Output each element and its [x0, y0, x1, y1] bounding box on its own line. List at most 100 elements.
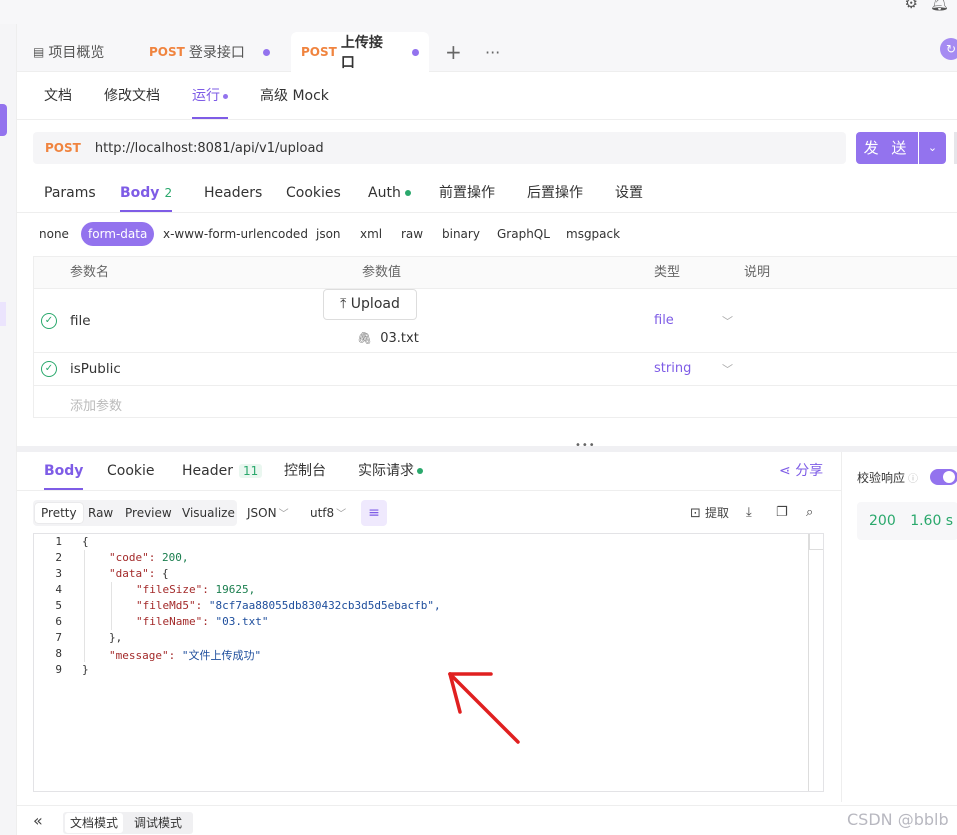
tab-project-overview[interactable]: ▤ 项目概览: [33, 32, 104, 72]
tab-params[interactable]: Params: [44, 174, 96, 213]
search-icon[interactable]: ⌕: [806, 500, 813, 526]
subnav-mock[interactable]: 高级 Mock: [260, 72, 329, 120]
sidebar-active-indicator[interactable]: [0, 104, 7, 136]
help-icon[interactable]: ⓘ: [908, 474, 918, 485]
unsaved-dot: [262, 48, 270, 56]
tab-cookies[interactable]: Cookies: [286, 174, 341, 213]
resp-tab-console[interactable]: 控制台: [284, 452, 326, 491]
share-icon: ⋖: [779, 463, 791, 479]
resp-tab-actual-request[interactable]: 实际请求: [358, 452, 423, 491]
add-tab-button[interactable]: +: [445, 32, 462, 72]
resp-tab-cookie[interactable]: Cookie: [107, 452, 155, 491]
response-status: 200 1.60 s 1: [857, 502, 957, 540]
share-button[interactable]: ⋖ 分享: [779, 452, 823, 490]
gear-icon[interactable]: ⚙: [905, 0, 918, 12]
actual-dot: [417, 468, 423, 474]
refresh-icon[interactable]: ↻: [940, 38, 957, 60]
body-type-json[interactable]: json: [316, 222, 341, 246]
check-icon[interactable]: ✓: [41, 361, 57, 377]
param-name[interactable]: isPublic: [70, 361, 121, 377]
editor-scrollbar[interactable]: [808, 534, 809, 791]
send-button[interactable]: 发 送: [856, 132, 918, 164]
line-number: 3: [55, 567, 62, 580]
param-name[interactable]: file: [70, 313, 91, 329]
line-number: 5: [55, 599, 62, 612]
body-type-xml[interactable]: xml: [360, 222, 382, 246]
tab-post-actions[interactable]: 后置操作: [527, 174, 583, 213]
subnav-doc[interactable]: 文档: [44, 72, 72, 120]
tab-upload-api[interactable]: POST 上传接口: [291, 32, 429, 72]
tab-body-label: Body: [120, 185, 160, 201]
indent-guide: [111, 582, 112, 630]
verify-label-text: 校验响应: [857, 471, 906, 485]
add-param-input[interactable]: 添加参数: [70, 395, 122, 414]
more-tabs-button[interactable]: ···: [485, 32, 500, 72]
body-type-binary[interactable]: binary: [442, 222, 480, 246]
verify-toggle[interactable]: [930, 469, 957, 485]
view-raw[interactable]: Raw: [82, 503, 119, 523]
params-table: 参数名 参数值 类型 说明 ✓ file file ﹀ ✓ isPublic s…: [33, 256, 957, 418]
attached-file[interactable]: 🖇︎ 03.txt: [357, 331, 419, 346]
format-value: JSON: [247, 506, 277, 520]
tab-settings[interactable]: 设置: [615, 174, 643, 213]
copy-icon[interactable]: ❐: [776, 500, 788, 526]
view-pretty[interactable]: Pretty: [35, 503, 83, 523]
body-type-raw[interactable]: raw: [401, 222, 423, 246]
resp-tab-header-label: Header: [182, 463, 233, 479]
tab-pre-actions[interactable]: 前置操作: [439, 174, 495, 213]
tab-login-api[interactable]: POST 登录接口: [149, 32, 270, 72]
upload-button[interactable]: ⤒ Upload: [323, 289, 417, 320]
tab-body[interactable]: Body 2: [120, 174, 173, 212]
download-icon[interactable]: ⤓: [746, 500, 752, 526]
tab-auth-label: Auth: [368, 185, 401, 201]
code-line: "data": {: [109, 567, 169, 580]
verify-response-label: 校验响应 ⓘ: [857, 469, 918, 486]
wrap-lines-icon[interactable]: ≡: [361, 500, 387, 526]
bell-icon[interactable]: 🔔︎: [930, 0, 949, 12]
top-bar: ⚙ 🔔︎: [0, 0, 957, 24]
auth-dot: [404, 190, 411, 196]
view-preview[interactable]: Preview: [119, 503, 178, 523]
format-select[interactable]: JSON ﹀: [247, 500, 289, 528]
code-line: {: [82, 535, 89, 548]
tab-headers[interactable]: Headers: [204, 174, 262, 213]
doc-mode-button[interactable]: 文档模式: [65, 813, 124, 833]
param-type[interactable]: file: [654, 313, 674, 328]
subnav-run[interactable]: 运行: [192, 72, 228, 119]
indent-guide: [84, 550, 85, 662]
param-type[interactable]: string: [654, 361, 691, 376]
line-number: 2: [55, 551, 62, 564]
chevron-down-icon[interactable]: ﹀: [722, 361, 733, 377]
url-input[interactable]: http://localhost:8081/api/v1/upload: [95, 141, 324, 156]
subnav-edit-doc[interactable]: 修改文档: [104, 72, 160, 120]
tab-auth[interactable]: Auth: [368, 174, 411, 213]
response-editor[interactable]: 1 2 3 4 5 6 7 8 9 { "code": 200, "data":…: [33, 533, 824, 792]
bottom-bar: « 文档模式 调试模式 CSDN @bblb: [17, 805, 957, 835]
mode-switch: 文档模式 调试模式: [63, 812, 193, 834]
chevron-down-icon: ﹀: [278, 509, 289, 520]
body-type-urlencoded[interactable]: x-www-form-urlencoded: [163, 222, 308, 246]
drag-handle-icon[interactable]: •••: [575, 440, 596, 451]
code-line: "code": 200,: [109, 551, 189, 564]
request-method[interactable]: POST: [45, 141, 81, 155]
resp-tab-header[interactable]: Header 11: [182, 452, 263, 491]
body-type-form-data[interactable]: form-data: [81, 222, 155, 246]
view-visualize[interactable]: Visualize: [176, 503, 241, 523]
check-icon[interactable]: ✓: [41, 313, 57, 329]
code-line: },: [109, 631, 123, 644]
header-count-badge: 11: [238, 464, 263, 478]
chevron-down-icon[interactable]: ﹀: [722, 313, 733, 329]
sidebar-selected-mark: [0, 302, 6, 326]
extract-button[interactable]: ⊡ 提取: [690, 500, 729, 527]
send-dropdown-icon[interactable]: ⌄: [919, 132, 946, 164]
body-type-none[interactable]: none: [39, 222, 69, 246]
debug-mode-button[interactable]: 调试模式: [129, 813, 187, 833]
resp-tab-body[interactable]: Body: [44, 452, 84, 490]
resp-tab-actual-label: 实际请求: [358, 463, 414, 479]
scrollbar-thumb[interactable]: [809, 534, 823, 550]
body-type-msgpack[interactable]: msgpack: [566, 222, 620, 246]
collapse-icon[interactable]: «: [33, 811, 43, 830]
body-type-graphql[interactable]: GraphQL: [497, 222, 550, 246]
url-bar[interactable]: POST http://localhost:8081/api/v1/upload: [33, 132, 846, 164]
encoding-select[interactable]: utf8 ﹀: [310, 500, 346, 528]
